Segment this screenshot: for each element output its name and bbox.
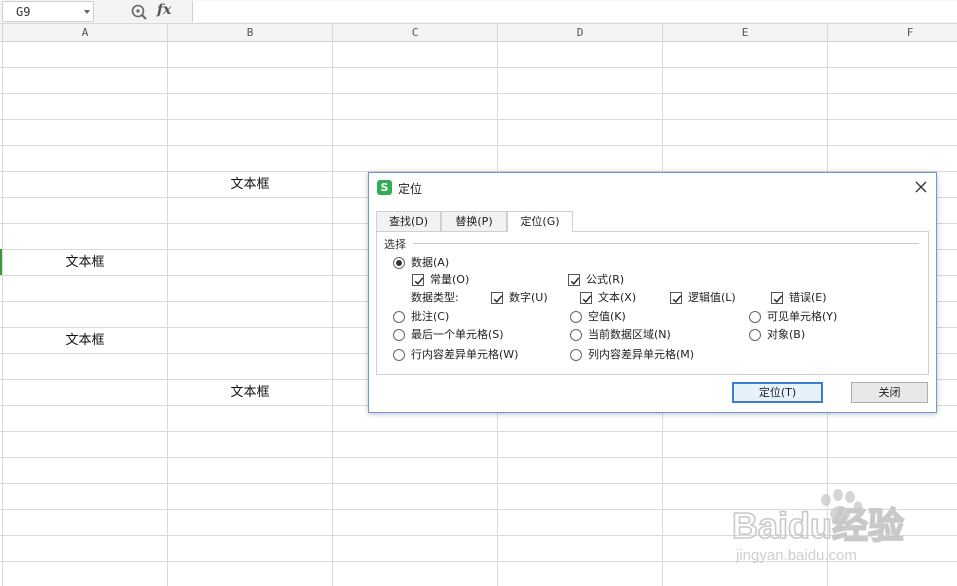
- radio-button[interactable]: [393, 257, 405, 269]
- checkbox[interactable]: [580, 292, 592, 304]
- checkbox-logical-label: 逻辑值(L): [688, 291, 736, 304]
- data-type-label: 数据类型:: [411, 291, 459, 304]
- radio-current-region[interactable]: 当前数据区域(N): [570, 327, 700, 343]
- checkbox-formula-label: 公式(R): [586, 273, 625, 286]
- radio-column-differences[interactable]: 列内容差异单元格(M): [570, 347, 720, 363]
- radio-blank-label: 空值(K): [588, 310, 626, 323]
- row-line: [0, 431, 957, 432]
- locate-button[interactable]: 定位(T): [732, 382, 823, 403]
- column-header-e[interactable]: E: [662, 24, 827, 42]
- radio-last-cell[interactable]: 最后一个单元格(S): [393, 327, 533, 343]
- radio-row-differences-label: 行内容差异单元格(W): [411, 348, 519, 361]
- checkbox-error[interactable]: 错误(E): [771, 290, 851, 306]
- radio-visible-cells-label: 可见单元格(Y): [767, 310, 838, 323]
- column-header-a[interactable]: A: [2, 24, 167, 42]
- radio-button[interactable]: [749, 311, 761, 323]
- column-header-f[interactable]: F: [827, 24, 957, 42]
- checkmark-icon: [414, 277, 424, 285]
- row-line: [0, 145, 957, 146]
- column-header-d[interactable]: D: [497, 24, 662, 42]
- tab-find[interactable]: 查找(D): [376, 211, 441, 231]
- radio-comment[interactable]: 批注(C): [393, 309, 513, 325]
- radio-button[interactable]: [570, 349, 582, 361]
- cell-b7[interactable]: 文本框: [168, 172, 332, 197]
- checkbox-constant-label: 常量(O): [430, 273, 470, 286]
- radio-data[interactable]: 数据(A): [393, 255, 513, 271]
- column-header-row: A B C D E F: [0, 24, 957, 42]
- checkmark-icon: [773, 295, 783, 303]
- baidu-jingyan-watermark: Baidu经验 jingyan.baidu.com: [731, 489, 905, 564]
- checkbox-number[interactable]: 数字(U): [491, 290, 571, 306]
- name-box-value: G9: [16, 5, 31, 19]
- chevron-down-icon[interactable]: [84, 10, 90, 14]
- checkbox[interactable]: [491, 292, 503, 304]
- row-line: [0, 457, 957, 458]
- checkbox-text[interactable]: 文本(X): [580, 290, 660, 306]
- row-line: [0, 93, 957, 94]
- watermark-url: jingyan.baidu.com: [735, 547, 857, 564]
- checkbox[interactable]: [412, 274, 424, 286]
- radio-last-cell-label: 最后一个单元格(S): [411, 328, 504, 341]
- row-line: [0, 119, 957, 120]
- function-icon[interactable]: fx: [157, 2, 171, 18]
- watermark-brand: Baidu经验: [732, 505, 904, 546]
- checkbox-error-label: 错误(E): [789, 291, 827, 304]
- tab-go-to[interactable]: 定位(G): [507, 211, 573, 232]
- column-line: [332, 42, 333, 586]
- radio-objects[interactable]: 对象(B): [749, 327, 849, 343]
- radio-button[interactable]: [570, 311, 582, 323]
- checkbox[interactable]: [771, 292, 783, 304]
- radio-column-differences-label: 列内容差异单元格(M): [588, 348, 695, 361]
- checkbox-text-label: 文本(X): [598, 291, 637, 304]
- group-divider: [413, 243, 919, 244]
- radio-button[interactable]: [570, 329, 582, 341]
- zoom-icon[interactable]: [130, 3, 148, 21]
- checkmark-icon: [493, 295, 503, 303]
- selected-row-marker: [0, 249, 2, 275]
- close-icon[interactable]: [915, 181, 927, 193]
- checkbox[interactable]: [568, 274, 580, 286]
- wps-logo-icon: S: [377, 180, 392, 195]
- row-line: [0, 67, 957, 68]
- checkbox-logical[interactable]: 逻辑值(L): [670, 290, 760, 306]
- radio-button[interactable]: [393, 311, 405, 323]
- tab-replace[interactable]: 替换(P): [441, 211, 507, 231]
- radio-button[interactable]: [749, 329, 761, 341]
- row-line: [0, 483, 957, 484]
- checkbox-number-label: 数字(U): [509, 291, 548, 304]
- formula-input[interactable]: [192, 1, 957, 22]
- radio-visible-cells[interactable]: 可见单元格(Y): [749, 309, 869, 325]
- cell-b14[interactable]: 文本框: [168, 380, 332, 405]
- column-header-c[interactable]: C: [332, 24, 497, 42]
- radio-comment-label: 批注(C): [411, 310, 450, 323]
- checkbox[interactable]: [670, 292, 682, 304]
- name-box[interactable]: G9: [2, 1, 94, 22]
- checkbox-constant[interactable]: 常量(O): [412, 272, 532, 288]
- radio-button[interactable]: [393, 349, 405, 361]
- radio-row-differences[interactable]: 行内容差异单元格(W): [393, 347, 543, 363]
- checkmark-icon: [672, 295, 682, 303]
- checkmark-icon: [582, 295, 592, 303]
- checkmark-icon: [570, 277, 580, 285]
- column-header-b[interactable]: B: [167, 24, 332, 42]
- cell-a12[interactable]: 文本框: [3, 328, 167, 353]
- radio-button[interactable]: [393, 329, 405, 341]
- cell-a9[interactable]: 文本框: [3, 250, 167, 275]
- column-line: [167, 42, 168, 586]
- dialog-title-bar[interactable]: S 定位: [369, 173, 936, 201]
- group-label: 选择: [384, 236, 409, 252]
- column-line: [2, 42, 3, 586]
- dialog-title: 定位: [398, 182, 423, 196]
- close-button[interactable]: 关闭: [851, 382, 928, 403]
- formula-bar: G9 fx: [0, 0, 957, 24]
- go-to-dialog: S 定位 查找(D) 替换(P) 定位(G) 选择 数据(A) 常量(O) 公式…: [368, 172, 937, 413]
- radio-current-region-label: 当前数据区域(N): [588, 328, 671, 341]
- radio-data-label: 数据(A): [411, 256, 450, 269]
- radio-blank[interactable]: 空值(K): [570, 309, 690, 325]
- checkbox-formula[interactable]: 公式(R): [568, 272, 688, 288]
- radio-objects-label: 对象(B): [767, 328, 806, 341]
